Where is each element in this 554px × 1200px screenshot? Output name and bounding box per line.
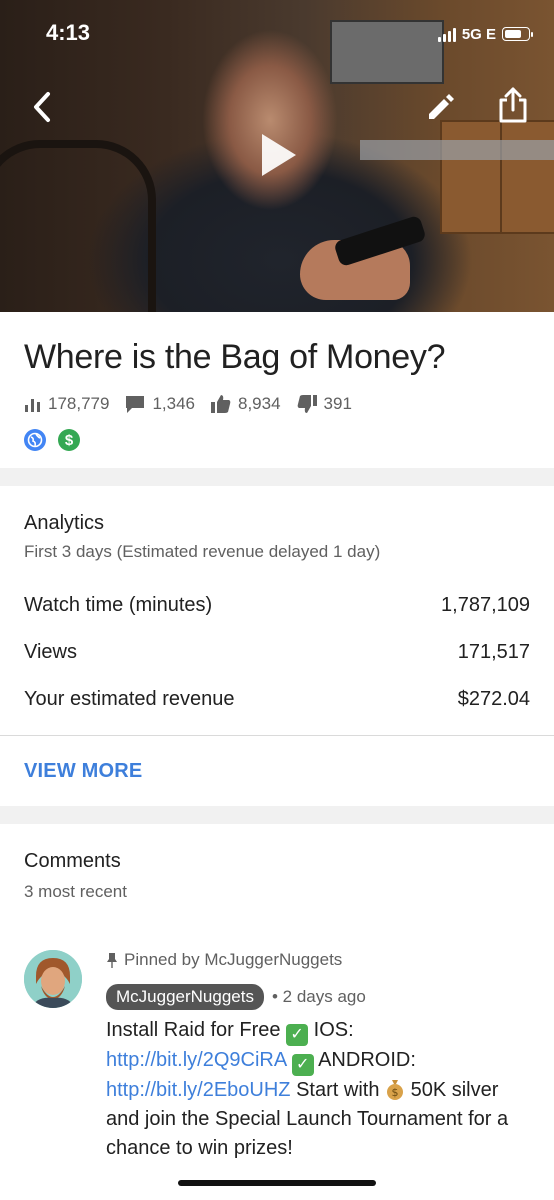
video-thumbnail[interactable]: 4:13 5G E: [0, 0, 554, 312]
share-icon[interactable]: [496, 86, 530, 124]
views-count: 178,779: [48, 394, 110, 413]
pencil-icon[interactable]: [426, 92, 456, 122]
ios-link[interactable]: http://bit.ly/2Q9CiRA: [106, 1049, 286, 1071]
video-stats: 178,779 1,346 8,934 391: [24, 394, 367, 414]
network-label: 5G E: [461, 25, 496, 43]
metric-label: Views: [24, 641, 77, 663]
avatar[interactable]: [24, 950, 82, 1008]
video-badges: $: [24, 429, 80, 451]
back-arrow-icon[interactable]: [28, 90, 58, 124]
comment-text-part: ANDROID:: [313, 1049, 416, 1071]
pin-icon: [107, 953, 117, 968]
metric-row-views: Views 171,517: [24, 641, 530, 664]
metric-row-revenue: Your estimated revenue $272.04: [24, 688, 530, 711]
metric-row-watch-time: Watch time (minutes) 1,787,109: [24, 594, 530, 617]
comment-time: • 2 days ago: [271, 987, 366, 1006]
video-info-card: Where is the Bag of Money? 178,779 1,346…: [0, 312, 554, 468]
play-icon[interactable]: [262, 134, 296, 176]
bar-chart-icon: [25, 399, 40, 412]
comment-text-part: IOS:: [308, 1019, 354, 1041]
background-cabinet: [500, 120, 554, 234]
comments-title: Comments: [24, 850, 121, 872]
background-chair: [0, 140, 156, 312]
background-microwave: [330, 20, 444, 84]
check-mark-icon: ✓: [286, 1024, 309, 1046]
metric-value: 1,787,109: [441, 594, 530, 616]
comments-count: 1,346: [152, 394, 195, 413]
views-stat: 178,779: [24, 394, 109, 414]
svg-text:$: $: [392, 1086, 399, 1099]
globe-icon: [24, 429, 46, 451]
comment-icon: [126, 396, 145, 413]
analytics-subtitle: First 3 days (Estimated revenue delayed …: [24, 542, 381, 561]
video-title: Where is the Bag of Money?: [24, 338, 446, 376]
comment-text: Install Raid for Free ✓ IOS: http://bit.…: [106, 1016, 536, 1163]
thumbs-down-icon: [297, 395, 317, 413]
comments-subtitle: 3 most recent: [24, 882, 127, 901]
pinned-label: Pinned by McJuggerNuggets: [106, 950, 342, 970]
analytics-title: Analytics: [24, 512, 105, 534]
metric-value: 171,517: [457, 641, 530, 663]
analytics-card: Analytics First 3 days (Estimated revenu…: [0, 486, 554, 806]
dislikes-stat: 391: [296, 394, 352, 414]
comments-card: Comments 3 most recent Pinned by McJugge…: [0, 824, 554, 1200]
thumbs-up-icon: [211, 395, 231, 413]
monetization-icon: $: [58, 429, 80, 451]
android-link[interactable]: http://bit.ly/2EboUHZ: [106, 1079, 291, 1101]
background-cabinet: [440, 120, 502, 234]
dislikes-count: 391: [323, 394, 352, 413]
metric-label: Your estimated revenue: [24, 688, 235, 710]
comments-stat: 1,346: [124, 394, 195, 414]
view-more-button[interactable]: VIEW MORE: [24, 760, 142, 783]
metric-label: Watch time (minutes): [24, 594, 213, 616]
comment-text-part: Install Raid for Free: [106, 1019, 287, 1041]
money-bag-icon: $: [387, 1080, 404, 1100]
comment-meta: McJuggerNuggets • 2 days ago: [106, 984, 366, 1010]
likes-count: 8,934: [238, 394, 281, 413]
metric-value: $272.04: [457, 688, 530, 710]
status-indicators: 5G E: [437, 24, 533, 44]
home-indicator[interactable]: [178, 1180, 376, 1186]
comment-text-part: Start with: [290, 1079, 386, 1101]
battery-icon: [502, 27, 533, 41]
status-time: 4:13: [46, 20, 91, 45]
check-mark-icon: ✓: [291, 1054, 314, 1076]
background-counter: [360, 140, 554, 160]
author-chip[interactable]: McJuggerNuggets: [106, 984, 264, 1010]
pinned-text: Pinned by McJuggerNuggets: [124, 950, 343, 969]
divider: [0, 735, 554, 736]
likes-stat: 8,934: [210, 394, 281, 414]
signal-icon: [437, 26, 456, 42]
